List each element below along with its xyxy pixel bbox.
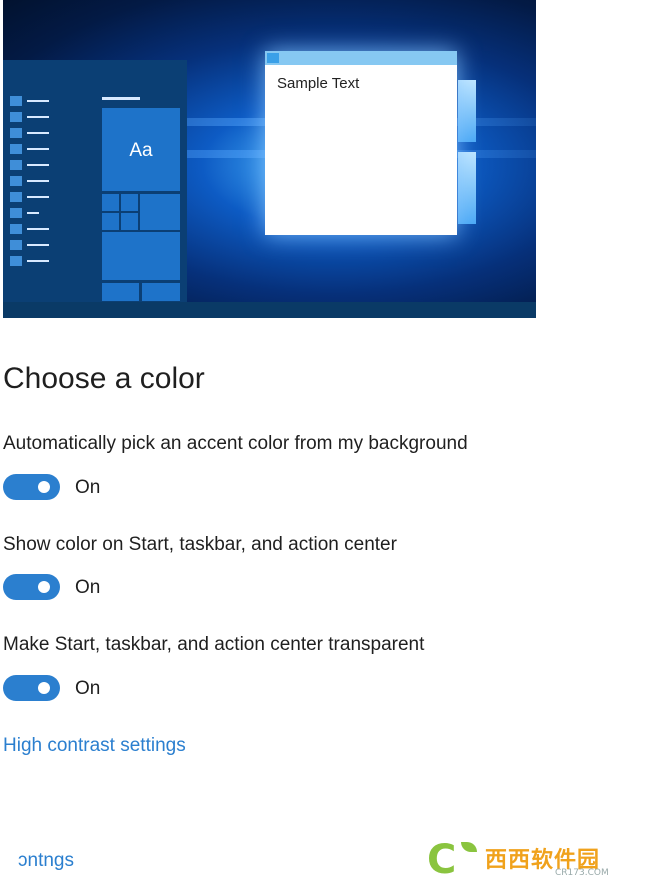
app-icon bbox=[10, 144, 22, 154]
section-title: Choose a color bbox=[3, 362, 205, 395]
app-label-line bbox=[27, 100, 49, 102]
window-logo-pane bbox=[458, 80, 476, 142]
toggle-state-label: On bbox=[75, 577, 101, 598]
setting-label-show-color: Show color on Start, taskbar, and action… bbox=[3, 534, 397, 555]
tile-label: Aa bbox=[129, 140, 153, 161]
toggle-state-label: On bbox=[75, 678, 101, 699]
window-icon bbox=[267, 53, 279, 63]
start-menu-preview: Aa bbox=[3, 60, 187, 303]
app-icon bbox=[10, 256, 22, 266]
app-icon bbox=[10, 224, 22, 234]
sample-window-titlebar bbox=[265, 51, 457, 65]
watermark-logo: C bbox=[427, 837, 457, 883]
app-icon bbox=[10, 160, 22, 170]
taskbar-preview bbox=[3, 302, 536, 318]
app-icon bbox=[10, 96, 22, 106]
sample-window: Sample Text bbox=[265, 51, 457, 235]
toggle-knob bbox=[38, 682, 50, 694]
medium-tile bbox=[140, 194, 180, 230]
app-label-line bbox=[27, 260, 49, 262]
app-icon bbox=[10, 208, 22, 218]
app-icon bbox=[10, 240, 22, 250]
small-tile bbox=[102, 194, 119, 211]
sample-text: Sample Text bbox=[277, 75, 360, 92]
show-color-toggle[interactable] bbox=[3, 574, 60, 600]
small-tile bbox=[102, 213, 119, 230]
app-label-line bbox=[27, 116, 49, 118]
app-label-line bbox=[27, 196, 49, 198]
toggle-knob bbox=[38, 581, 50, 593]
toggle-knob bbox=[38, 481, 50, 493]
settings-link-partial[interactable]: ɔntngs bbox=[18, 850, 74, 872]
tiles-group-header bbox=[102, 97, 140, 100]
app-label-line bbox=[27, 164, 49, 166]
small-tile bbox=[121, 194, 138, 211]
watermark: C 西西软件园 CR173.COM bbox=[423, 838, 650, 884]
app-label-line bbox=[27, 180, 49, 182]
toggle-state-label: On bbox=[75, 477, 101, 498]
app-icon bbox=[10, 112, 22, 122]
app-icon bbox=[10, 192, 22, 202]
setting-label-transparent: Make Start, taskbar, and action center t… bbox=[3, 634, 425, 655]
app-label-line bbox=[27, 244, 49, 246]
high-contrast-link[interactable]: High contrast settings bbox=[3, 735, 186, 757]
accent-tile: Aa bbox=[102, 108, 180, 191]
app-label-line bbox=[27, 228, 49, 230]
transparency-toggle[interactable] bbox=[3, 675, 60, 701]
app-label-line bbox=[27, 132, 49, 134]
auto-accent-toggle[interactable] bbox=[3, 474, 60, 500]
wide-tile bbox=[102, 232, 180, 280]
small-tile bbox=[121, 213, 138, 230]
small-tile bbox=[102, 283, 139, 301]
theme-preview: Aa Sample Text bbox=[3, 0, 536, 318]
leaf-icon bbox=[461, 842, 477, 852]
app-label-line bbox=[27, 148, 49, 150]
small-tile bbox=[142, 283, 180, 301]
window-logo-pane bbox=[458, 152, 476, 224]
app-icon bbox=[10, 128, 22, 138]
app-icon bbox=[10, 176, 22, 186]
watermark-url: CR173.COM bbox=[555, 868, 609, 878]
app-label-line bbox=[27, 212, 39, 214]
setting-label-auto-accent: Automatically pick an accent color from … bbox=[3, 433, 468, 454]
